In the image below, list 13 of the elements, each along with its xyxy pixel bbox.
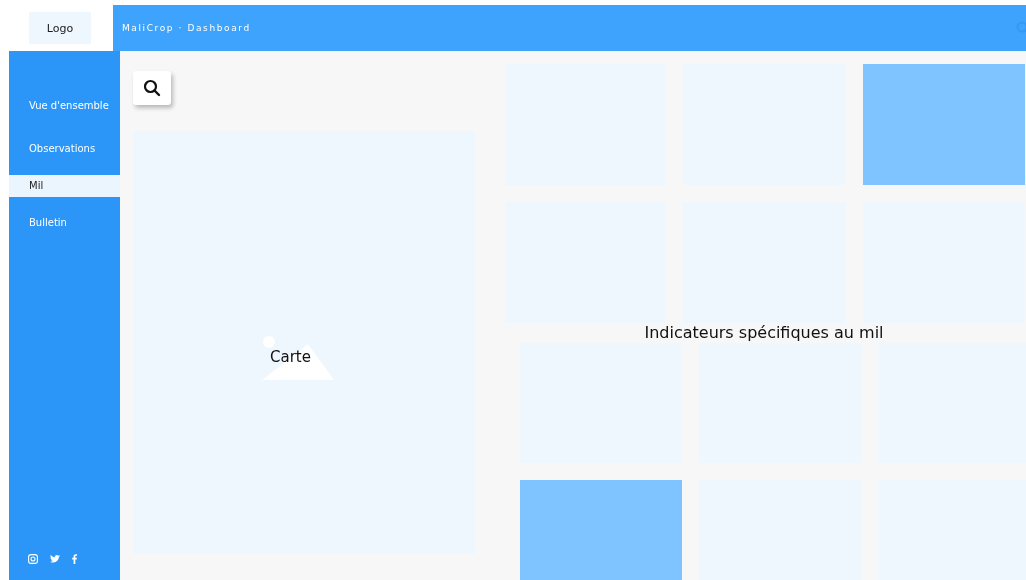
- facebook-icon[interactable]: [72, 554, 77, 564]
- section-title: Indicateurs spécifiques au mil: [643, 323, 885, 343]
- logo: Logo: [29, 12, 91, 44]
- app-title: MaliCrop · Dashboard: [122, 23, 251, 33]
- map-label: Carte: [270, 347, 311, 366]
- nav-item[interactable]: Mil: [9, 175, 120, 197]
- twitter-icon[interactable]: [50, 554, 60, 564]
- nav-item[interactable]: Bulletin: [9, 212, 120, 234]
- instagram-icon[interactable]: [28, 554, 38, 564]
- search-icon: [143, 79, 161, 97]
- nav-item[interactable]: Observations: [9, 138, 120, 160]
- search-button[interactable]: [133, 71, 171, 105]
- nav-item[interactable]: Vue d'ensemble: [9, 95, 120, 117]
